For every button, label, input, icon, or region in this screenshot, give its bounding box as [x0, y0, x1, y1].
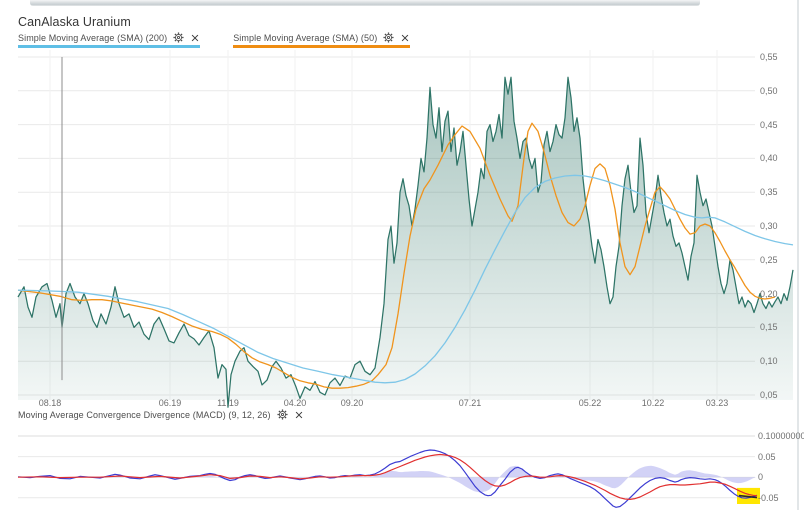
- close-icon[interactable]: [294, 410, 304, 420]
- indicator-macd: Moving Average Convergence Divergence (M…: [18, 409, 304, 420]
- gear-icon[interactable]: [277, 409, 288, 420]
- indicator-macd-label: Moving Average Convergence Divergence (M…: [18, 410, 271, 420]
- stock-chart-widget: CanAlaska Uranium Simple Moving Average …: [0, 0, 804, 510]
- price-and-macd-chart-canvas[interactable]: [0, 0, 804, 510]
